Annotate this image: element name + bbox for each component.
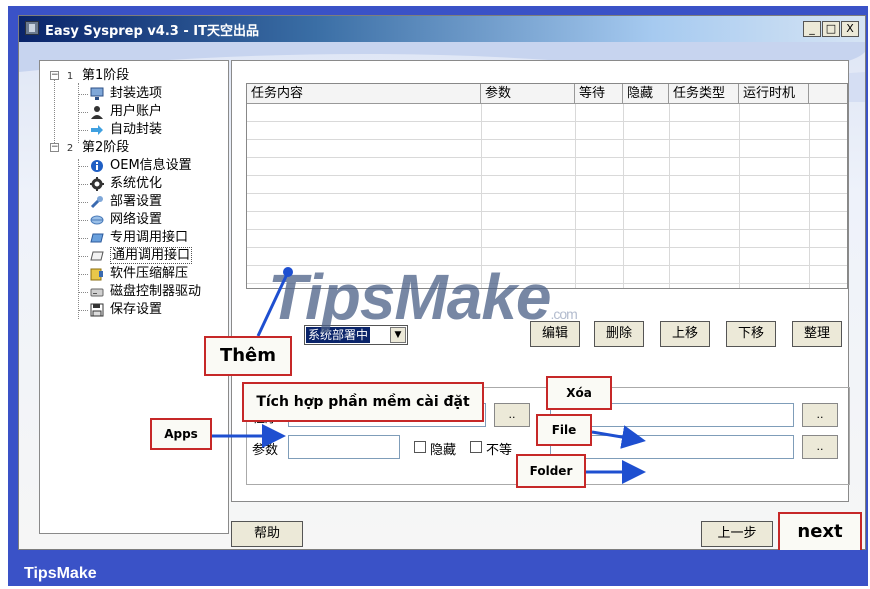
tree-item-label: 部署设置 (110, 194, 163, 209)
file-browse-button[interactable]: .. (802, 403, 838, 427)
watermark-text: TipsMake (268, 261, 551, 333)
close-button[interactable]: X (841, 21, 859, 37)
info-icon (91, 160, 103, 172)
network-icon (90, 215, 104, 225)
save-icon (90, 303, 104, 317)
tree-item-label: 自动封装 (110, 122, 163, 137)
params-field[interactable] (288, 435, 400, 459)
minimize-button[interactable]: _ (803, 21, 821, 37)
previous-button[interactable]: 上一步 (701, 521, 773, 547)
nowait-checkbox-label: 不等 (486, 443, 513, 458)
table-row[interactable] (247, 230, 847, 248)
table-row[interactable] (247, 176, 847, 194)
app-icon (25, 21, 39, 35)
callout-folder: Folder (516, 454, 586, 488)
watermark-logo: TipsMake.com (268, 260, 578, 334)
monitor-icon (90, 87, 104, 100)
column-header-wait[interactable]: 等待 (575, 84, 623, 104)
gear-icon (90, 177, 104, 191)
callout-xoa: Xóa (546, 376, 612, 410)
collapse-icon[interactable]: − (50, 143, 59, 152)
tree-item-label: 网络设置 (110, 212, 163, 227)
tree-stage-label: 第1阶段 (82, 68, 130, 83)
column-header-task-type[interactable]: 任务类型 (669, 84, 739, 104)
help-button[interactable]: 帮助 (231, 521, 303, 547)
tree-item-label: OEM信息设置 (110, 158, 192, 173)
move-up-button[interactable]: 上移 (660, 321, 710, 347)
settings-tree: − 1 第1阶段 封装选项 用户账户 自动封装 − 2 第2阶段 OEM信息设置 (39, 60, 229, 534)
column-header-run-time[interactable]: 运行时机 (739, 84, 809, 104)
stage-number: 2 (66, 143, 74, 154)
callout-file: File (536, 414, 592, 446)
tree-item-label: 通用调用接口 (110, 247, 193, 264)
hide-checkbox[interactable] (414, 441, 426, 453)
watermark-suffix: .com (550, 306, 578, 322)
table-row[interactable] (247, 158, 847, 176)
params-label: 参数 (252, 443, 279, 458)
column-header-hide[interactable]: 隐藏 (623, 84, 669, 104)
table-header: 任务内容 参数 等待 隐藏 任务类型 运行时机 (247, 84, 847, 104)
tree-item-label: 封装选项 (110, 86, 163, 101)
nowait-checkbox[interactable] (470, 441, 482, 453)
maximize-button[interactable]: □ (822, 21, 840, 37)
tree-item-label: 保存设置 (110, 302, 163, 317)
stage-number: 1 (66, 71, 74, 82)
tree-item-label: 磁盘控制器驱动 (110, 284, 202, 299)
table-row[interactable] (247, 104, 847, 122)
archive-icon (90, 268, 103, 281)
collapse-icon[interactable]: − (50, 71, 59, 80)
interface-icon (90, 251, 104, 261)
table-row[interactable] (247, 194, 847, 212)
move-down-button[interactable]: 下移 (726, 321, 776, 347)
folder-browse-button[interactable]: .. (802, 435, 838, 459)
tree-item-label: 专用调用接口 (110, 230, 189, 245)
tree-item-label: 用户账户 (110, 104, 163, 119)
arrow-right-icon (91, 125, 103, 135)
column-header-task[interactable]: 任务内容 (247, 84, 481, 104)
callout-apps: Apps (150, 418, 212, 450)
tools-icon (90, 196, 103, 209)
tree-stage-label: 第2阶段 (82, 140, 130, 155)
title-bar[interactable]: Easy Sysprep v4.3 - IT天空出品 _ □ X (19, 16, 865, 42)
program-browse-button[interactable]: .. (494, 403, 530, 427)
callout-them: Thêm (204, 336, 292, 376)
organize-button[interactable]: 整理 (792, 321, 842, 347)
bottom-bar (8, 550, 868, 586)
hide-checkbox-label: 隐藏 (430, 443, 457, 458)
callout-next: next (778, 512, 862, 552)
interface-icon (90, 233, 104, 243)
table-row[interactable] (247, 212, 847, 230)
column-header-params[interactable]: 参数 (481, 84, 575, 104)
disk-drive-icon (90, 288, 104, 297)
user-icon (91, 106, 103, 119)
table-row[interactable] (247, 140, 847, 158)
task-table[interactable]: 任务内容 参数 等待 隐藏 任务类型 运行时机 (246, 83, 848, 289)
table-row[interactable] (247, 122, 847, 140)
window-title: Easy Sysprep v4.3 - IT天空出品 (45, 24, 259, 39)
tree-item-label: 系统优化 (110, 176, 163, 191)
brand-label: TipsMake (24, 565, 97, 582)
tree-item-label: 软件压缩解压 (110, 266, 189, 281)
callout-integrate-software: Tích hợp phần mềm cài đặt (242, 382, 484, 422)
delete-button[interactable]: 删除 (594, 321, 644, 347)
